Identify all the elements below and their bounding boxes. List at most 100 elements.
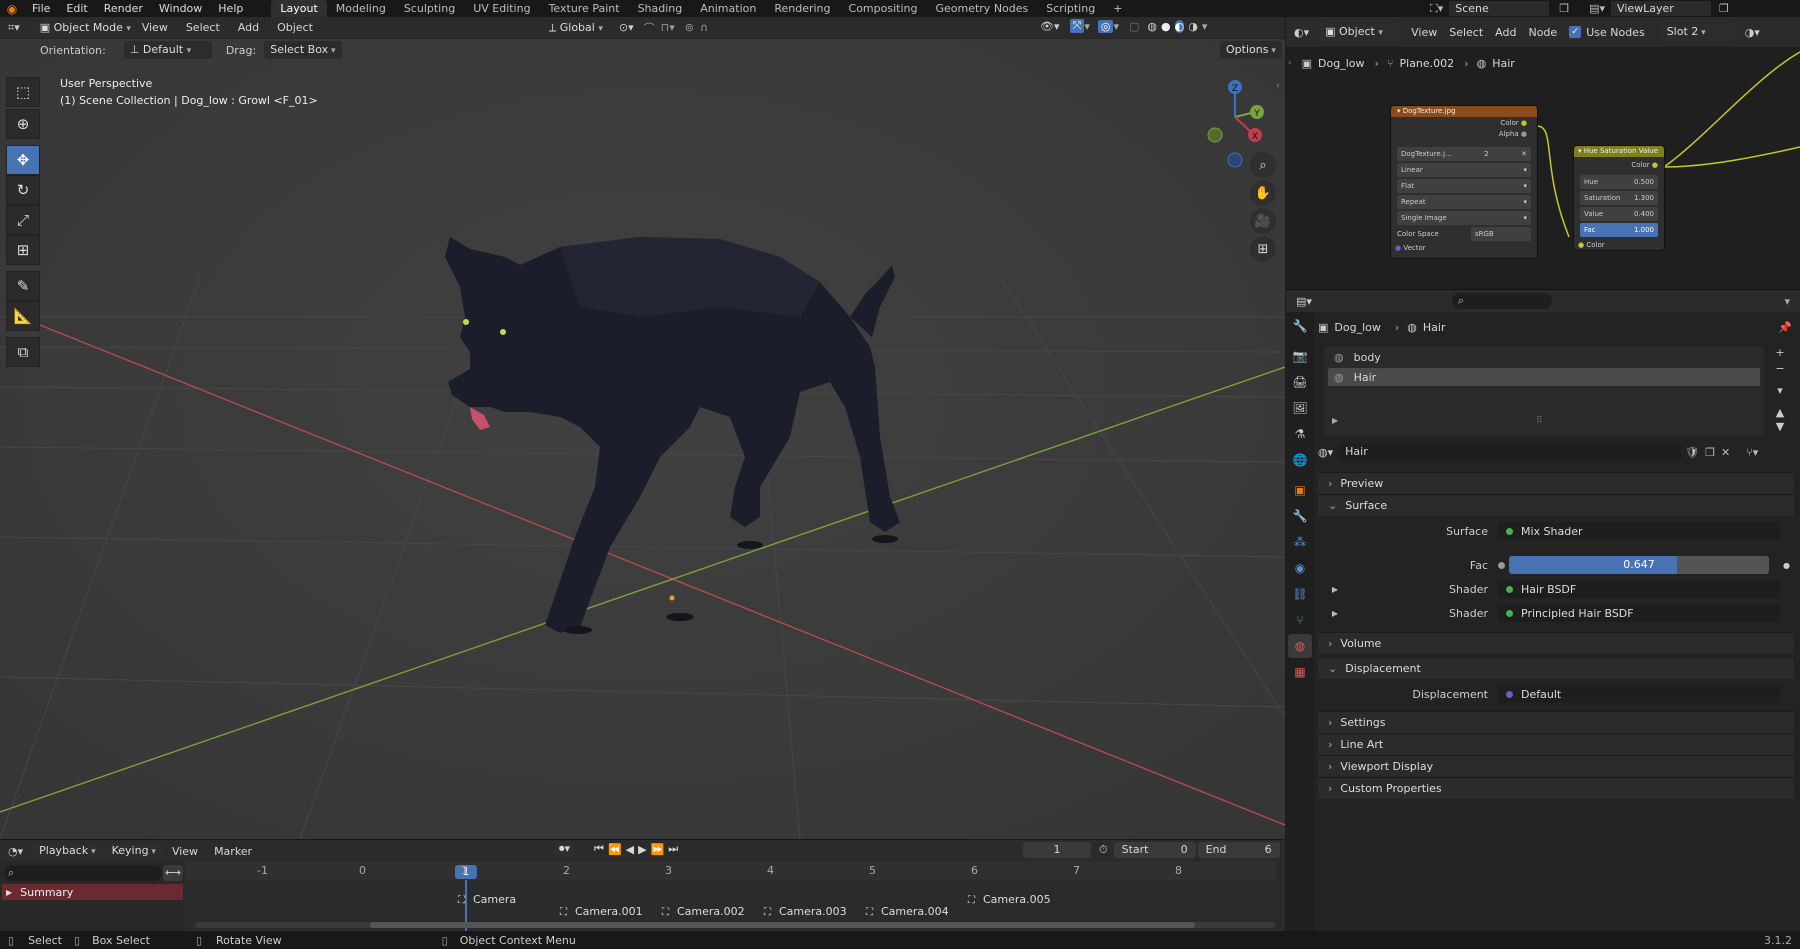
fac-slider[interactable]: 0.647 [1509, 556, 1770, 574]
interpolation-select[interactable]: Linear ▾ [1397, 163, 1531, 177]
tab-layout[interactable]: Layout [271, 0, 327, 17]
volume-panel-header[interactable]: › Volume [1318, 632, 1794, 654]
jump-key-forward-icon[interactable]: ⏩ [651, 843, 665, 856]
shading-material-icon[interactable]: ◐ [1174, 19, 1185, 33]
tab-scripting[interactable]: Scripting [1037, 0, 1104, 17]
list-resize-handle-icon[interactable]: ⠿ [1536, 416, 1543, 426]
shading-dropdown-icon[interactable]: ▾ [1202, 20, 1208, 33]
channel-search[interactable]: ⌕ [4, 865, 162, 881]
proportional-edit-icon[interactable]: ⊚ [685, 21, 694, 34]
displacement-field[interactable]: Default [1498, 685, 1780, 703]
camera-marker-label[interactable]: Camera [473, 893, 516, 906]
hue-field[interactable]: Hue 0.500 [1580, 175, 1658, 189]
cursor-tool-icon[interactable]: ⊕ [6, 109, 40, 139]
scene-tab-icon[interactable]: ⚗ [1288, 422, 1312, 446]
snap-target-icon[interactable]: ⊓▾ [661, 21, 675, 34]
data-tab-icon[interactable]: ⑂ [1288, 608, 1312, 632]
camera-marker-icon[interactable]: ⛶ [866, 907, 873, 918]
zoom-icon[interactable]: ⌕ [1250, 152, 1276, 178]
vector-socket-icon[interactable]: ● [1395, 244, 1401, 252]
view-layer-tab-icon[interactable]: 🖼 [1288, 396, 1312, 420]
camera-marker-label[interactable]: Camera.004 [881, 905, 949, 918]
expand-arrow-icon[interactable]: ▶ [1318, 609, 1338, 618]
shader-node-editor[interactable]: ◐▾ ▣ Object View Select Add Node ✓ Use N… [1286, 17, 1800, 289]
browse-material-icon[interactable]: ◍▾ [1318, 446, 1333, 459]
camera-marker-label[interactable]: Camera.005 [983, 893, 1051, 906]
shading-rendered-icon[interactable]: ◑ [1188, 20, 1198, 33]
camera-marker-icon[interactable]: ⛶ [764, 907, 771, 918]
view-layer-field[interactable]: ViewLayer [1611, 1, 1712, 16]
swap-icon[interactable]: ⟷ [163, 865, 183, 881]
image-node-header[interactable]: ▾ DogTexture.jpg [1391, 106, 1537, 117]
editor-type-icon[interactable]: ⌗▾ [8, 21, 20, 35]
keying-menu[interactable]: Keying [105, 842, 162, 860]
slot-menu-icon[interactable]: ▾ [1770, 384, 1790, 400]
tab-texture-paint[interactable]: Texture Paint [540, 0, 629, 17]
timeline-marker-menu[interactable]: Marker [214, 845, 252, 858]
properties-search[interactable]: ⌕ [1451, 293, 1552, 309]
displacement-panel-header[interactable]: ⌄ Displacement [1318, 657, 1794, 679]
overlay-dropdown-icon[interactable]: ▾ [1113, 20, 1119, 33]
blender-logo-icon[interactable]: ◉ [0, 2, 24, 16]
preview-panel-header[interactable]: › Preview [1318, 472, 1794, 494]
fake-user-icon[interactable]: 🛡 [1685, 446, 1699, 459]
texture-tab-icon[interactable]: ▦ [1288, 660, 1312, 684]
camera-marker-icon[interactable]: ⛶ [458, 895, 465, 906]
move-slot-down-icon[interactable]: ▼ [1770, 420, 1790, 434]
clock-icon[interactable]: ⏱ [1099, 843, 1108, 857]
remove-slot-icon[interactable]: − [1770, 362, 1790, 378]
viewport-menu-object[interactable]: Object [277, 21, 313, 34]
pan-hand-icon[interactable]: ✋ [1250, 180, 1276, 206]
camera-marker-icon[interactable]: ⛶ [662, 907, 669, 918]
camera-marker-icon[interactable]: ⛶ [560, 907, 567, 918]
slot-item-body[interactable]: ◍ body [1328, 348, 1760, 366]
tab-modeling[interactable]: Modeling [327, 0, 395, 17]
timeline-view-menu[interactable]: View [172, 845, 198, 858]
rotate-tool-icon[interactable]: ↻ [6, 175, 40, 205]
surface-shader-field[interactable]: Mix Shader [1498, 522, 1780, 540]
menu-file[interactable]: File [24, 0, 58, 17]
object-tab-icon[interactable]: ▣ [1288, 478, 1312, 502]
options-dropdown[interactable]: Options [1220, 41, 1282, 59]
material-slot-list[interactable]: ◍ body ◍ Hair ▶ ⠿ [1324, 346, 1764, 436]
constraints-tab-icon[interactable]: ⛓ [1288, 582, 1312, 606]
properties-options-icon[interactable]: ▾ [1784, 295, 1790, 308]
camera-marker-label[interactable]: Camera.002 [677, 905, 745, 918]
material-datablock[interactable]: ◍▾ Hair 🛡 ❐ ✕ ⑂▾ [1318, 442, 1788, 462]
extension-select[interactable]: Repeat ▾ [1397, 195, 1531, 209]
properties-editor-icon[interactable]: ▤▾ [1296, 295, 1312, 308]
alpha-socket-icon[interactable]: ● [1521, 130, 1527, 138]
node-link-icon[interactable]: ⑂▾ [1746, 446, 1758, 459]
scene-name-field[interactable]: Scene [1449, 1, 1550, 16]
slot-item-hair[interactable]: ◍ Hair [1328, 368, 1760, 386]
custom-properties-panel-header[interactable]: › Custom Properties [1318, 777, 1794, 799]
fac-field[interactable]: Fac 1.000 [1580, 223, 1658, 237]
tab-animation[interactable]: Animation [691, 0, 765, 17]
shading-wireframe-icon[interactable]: ◍ [1147, 20, 1157, 33]
mode-select[interactable]: ▣ Object Mode [33, 18, 130, 37]
shader-1-field[interactable]: Hair BSDF [1498, 580, 1780, 598]
hsv-output-socket-icon[interactable]: ● [1652, 161, 1658, 169]
jump-end-icon[interactable]: ⏭ [668, 842, 678, 856]
scale-tool-icon[interactable]: ⤢ [6, 205, 40, 235]
camera-view-icon[interactable]: 🎥 [1250, 208, 1276, 234]
visibility-icon[interactable]: 👁▾ [1040, 20, 1060, 33]
playback-menu[interactable]: Playback [33, 842, 102, 860]
move-slot-up-icon[interactable]: ▲ [1770, 406, 1790, 420]
timeline-scrollbar[interactable] [195, 922, 1275, 928]
projection-select[interactable]: Flat ▾ [1397, 179, 1531, 193]
new-view-layer-icon[interactable]: ❐ [1719, 2, 1729, 15]
alpha-output[interactable]: Alpha ● [1391, 129, 1537, 139]
color-output[interactable]: Color ● [1391, 117, 1537, 129]
keyframe-dot-icon[interactable]: ● [1783, 561, 1790, 570]
view-layer-icon[interactable]: ▤▾ [1589, 2, 1605, 15]
modifier-tab-icon[interactable]: 🔧 [1288, 504, 1312, 528]
pin-icon[interactable]: 📌 [1778, 321, 1792, 334]
measure-tool-icon[interactable]: 📐 [6, 301, 40, 331]
move-tool-icon[interactable]: ✥ [6, 145, 40, 175]
annotate-tool-icon[interactable]: ✎ [6, 271, 40, 301]
menu-edit[interactable]: Edit [58, 0, 95, 17]
camera-marker-label[interactable]: Camera.001 [575, 905, 643, 918]
current-frame-field[interactable]: 1 [1023, 842, 1091, 858]
line-art-panel-header[interactable]: › Line Art [1318, 733, 1794, 755]
